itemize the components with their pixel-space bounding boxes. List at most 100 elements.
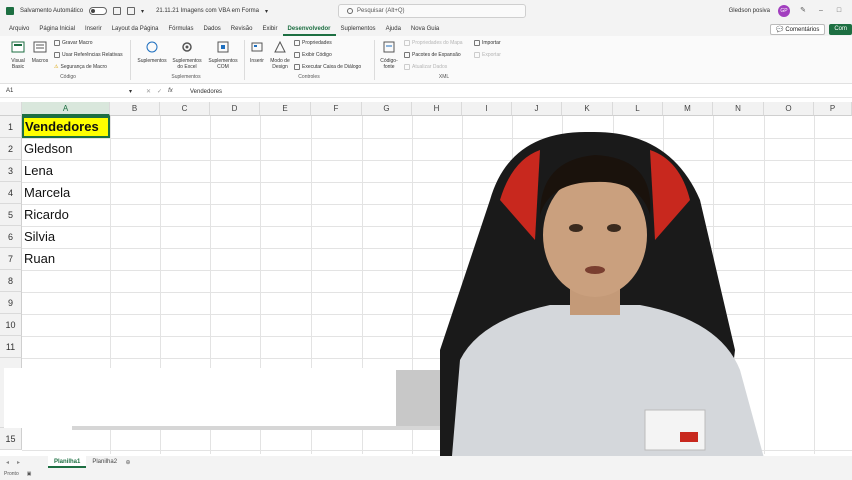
macros-button[interactable]: Macros (30, 40, 50, 64)
tab-exibir[interactable]: Exibir (257, 22, 282, 36)
row-header-8[interactable]: 8 (0, 270, 22, 292)
record-macro-label: Gravar Macro (62, 40, 93, 46)
properties-icon (294, 40, 300, 46)
tab-pagina-inicial[interactable]: Página Inicial (34, 22, 80, 36)
cancel-icon[interactable]: ✕ (146, 88, 151, 95)
column-header-c[interactable]: C (160, 102, 210, 116)
row-header-7[interactable]: 7 (0, 248, 22, 270)
tab-arquivo[interactable]: Arquivo (4, 22, 34, 36)
tab-nova-guia[interactable]: Nova Guia (406, 22, 444, 36)
horizontal-scrollbar[interactable] (72, 426, 452, 430)
row-header-3[interactable]: 3 (0, 160, 22, 182)
column-header-o[interactable]: O (764, 102, 814, 116)
row-header-1[interactable]: 1 (0, 116, 22, 138)
sheet-prev-icon[interactable]: ◂ (6, 459, 9, 466)
cell-a4[interactable]: Marcela (24, 182, 70, 204)
macro-security-button[interactable]: ⚠ Segurança de Macro (54, 64, 107, 70)
save-icon[interactable] (113, 7, 122, 15)
column-header-i[interactable]: I (462, 102, 512, 116)
row-header-11[interactable]: 11 (0, 336, 22, 358)
fx-icon[interactable]: fx (168, 88, 173, 95)
row-header-6[interactable]: 6 (0, 226, 22, 248)
confirm-icon[interactable]: ✓ (157, 88, 162, 95)
name-box[interactable]: A1 ▾ (0, 88, 136, 95)
row-header-4[interactable]: 4 (0, 182, 22, 204)
design-mode-button[interactable]: Modo de Design (268, 40, 292, 70)
properties-button[interactable]: Propriedades (294, 40, 332, 46)
ribbon-divider (130, 40, 131, 80)
minimize-icon[interactable]: – (816, 7, 826, 15)
column-header-e[interactable]: E (260, 102, 311, 116)
sheet-tab-planilha2[interactable]: Planilha2 (86, 456, 123, 468)
formula-input[interactable]: Vendedores (186, 89, 222, 95)
column-header-k[interactable]: K (562, 102, 613, 116)
chevron-down-icon[interactable]: ▾ (265, 8, 268, 15)
chevron-down-icon[interactable]: ▾ (129, 88, 132, 95)
sheet-tab-planilha1[interactable]: Planilha1 (48, 456, 87, 468)
view-code-button[interactable]: Exibir Código (294, 52, 332, 58)
refresh-data-button[interactable]: Atualizar Dados (404, 64, 447, 70)
accessibility-icon[interactable]: ▣ (27, 471, 32, 477)
column-header-n[interactable]: N (713, 102, 764, 116)
run-dialog-button[interactable]: Executar Caixa de Diálogo (294, 64, 361, 70)
document-icon[interactable] (127, 7, 136, 15)
column-header-f[interactable]: F (311, 102, 362, 116)
visual-basic-button[interactable]: Visual Basic (6, 40, 30, 70)
row-header-10[interactable]: 10 (0, 314, 22, 336)
export-button[interactable]: Exportar (474, 52, 501, 58)
user-name[interactable]: Gledson posiva (729, 8, 770, 14)
tab-ajuda[interactable]: Ajuda (381, 22, 406, 36)
row-header-5[interactable]: 5 (0, 204, 22, 226)
com-add-ins-button[interactable]: Suplementos COM (206, 40, 240, 70)
tab-layout[interactable]: Layout da Página (107, 22, 164, 36)
cell-a7[interactable]: Ruan (24, 248, 55, 270)
cell-a5[interactable]: Ricardo (24, 204, 69, 226)
avatar[interactable]: GP (778, 5, 790, 17)
cell-a3[interactable]: Lena (24, 160, 53, 182)
tab-inserir[interactable]: Inserir (80, 22, 107, 36)
import-button[interactable]: Importar (474, 40, 501, 46)
column-header-h[interactable]: H (412, 102, 462, 116)
column-header-j[interactable]: J (512, 102, 562, 116)
cell-a2[interactable]: Gledson (24, 138, 72, 160)
column-header-d[interactable]: D (210, 102, 260, 116)
excel-add-ins-button[interactable]: Suplementos do Excel (170, 40, 204, 70)
tab-revisao[interactable]: Revisão (226, 22, 258, 36)
sheet-next-icon[interactable]: ▸ (17, 459, 20, 466)
search-box[interactable]: Pesquisar (Alt+Q) (338, 4, 526, 18)
column-header-l[interactable]: L (613, 102, 663, 116)
autosave-toggle[interactable] (89, 7, 108, 15)
source-button[interactable]: Código-fonte (378, 40, 400, 70)
more-commands-icon[interactable]: ▾ (141, 8, 144, 15)
map-properties-button[interactable]: Propriedades do Mapa (404, 40, 463, 46)
row-header-15[interactable]: 15 (0, 428, 22, 450)
relative-refs-button[interactable]: Usar Referências Relativas (54, 52, 123, 58)
column-header-g[interactable]: G (362, 102, 412, 116)
add-sheet-icon[interactable]: ⊕ (123, 459, 133, 466)
maximize-icon[interactable]: □ (834, 7, 844, 15)
tab-suplementos[interactable]: Suplementos (336, 22, 381, 36)
comments-button[interactable]: 💬 Comentários (770, 23, 826, 35)
tab-formulas[interactable]: Fórmulas (163, 22, 198, 36)
record-macro-button[interactable]: Gravar Macro (54, 40, 93, 46)
cell-a1-header[interactable]: Vendedores (22, 116, 110, 138)
title-bar: Salvamento Automático ▾ 21.11.21 Imagens… (0, 0, 852, 22)
column-header-m[interactable]: M (663, 102, 713, 116)
cell-a6[interactable]: Silvia (24, 226, 55, 248)
column-header-a[interactable]: A (22, 102, 110, 116)
document-title[interactable]: 21.11.21 Imagens com VBA em Forma (156, 8, 259, 14)
tab-desenvolvedor[interactable]: Desenvolvedor (282, 22, 336, 36)
select-all-corner[interactable] (0, 102, 22, 116)
row-header-9[interactable]: 9 (0, 292, 22, 314)
tab-dados[interactable]: Dados (198, 22, 225, 36)
expansion-packs-button[interactable]: Pacotes de Expansão (404, 52, 461, 58)
row-header-2[interactable]: 2 (0, 138, 22, 160)
pen-icon[interactable]: ✎ (798, 7, 808, 15)
column-header-p[interactable]: P (814, 102, 852, 116)
share-button[interactable]: Com (829, 23, 852, 35)
add-ins-button[interactable]: Suplementos (136, 40, 168, 64)
sheet-tab-bar: ◂ ▸ Planilha1 Planilha2 ⊕ (0, 456, 852, 468)
column-header-b[interactable]: B (110, 102, 160, 116)
insert-control-button[interactable]: Inserir (248, 40, 266, 64)
design-mode-icon (274, 40, 286, 53)
